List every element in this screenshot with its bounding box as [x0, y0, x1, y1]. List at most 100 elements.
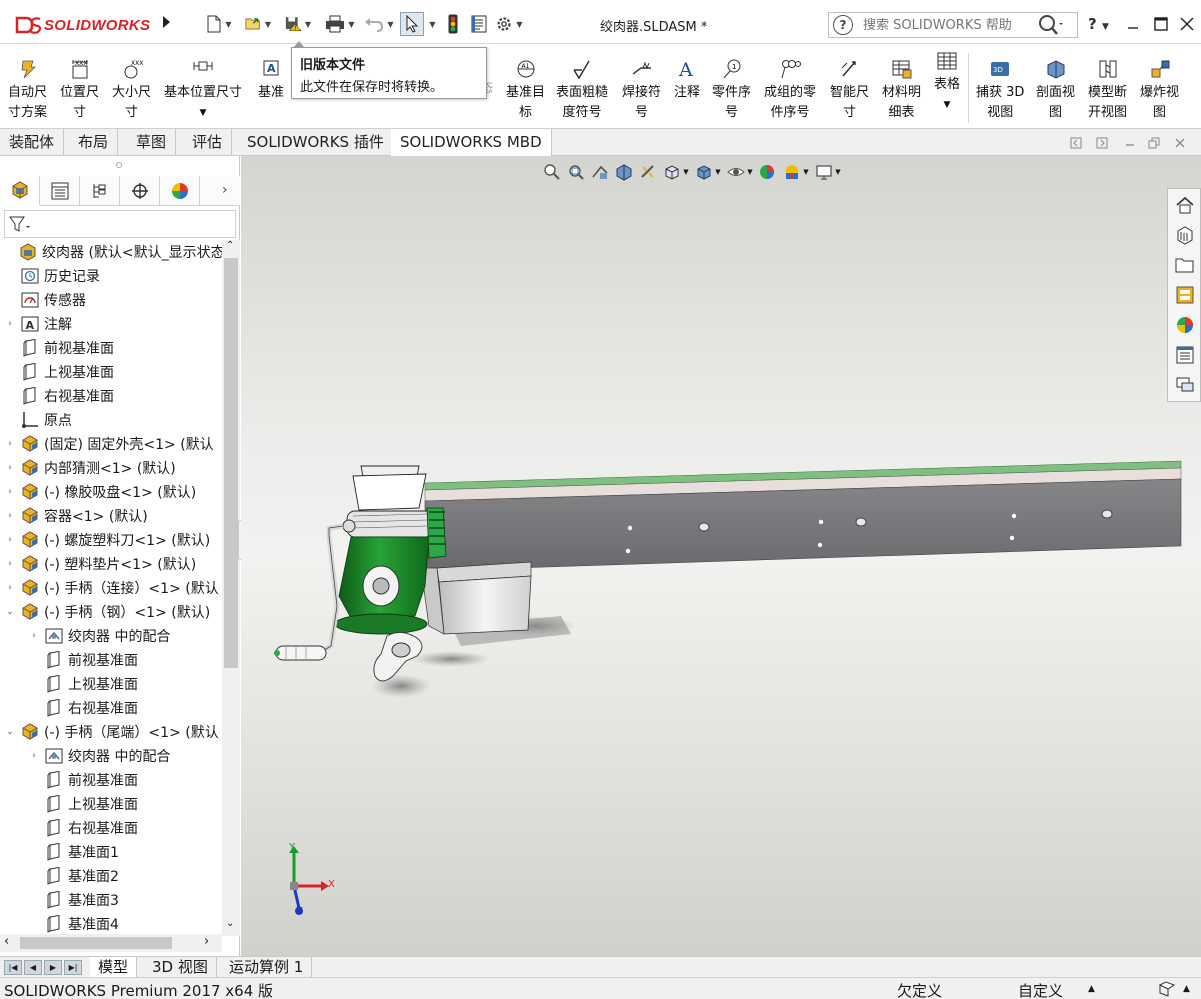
tree-node[interactable]: 上视基准面	[28, 792, 138, 816]
expand-toggle-icon[interactable]: ›	[28, 751, 40, 761]
stacked-balloon-button[interactable]: 成组的零 件序号	[764, 57, 816, 123]
units-dropdown-icon[interactable]: ▲	[1088, 984, 1095, 994]
file-properties-button[interactable]	[468, 12, 490, 36]
dropdown-arrow-icon[interactable]: ▼	[225, 20, 231, 29]
tree-horizontal-scrollbar[interactable]: ‹ ›	[0, 934, 222, 952]
wing-nut-part[interactable]	[373, 632, 423, 682]
tree-vertical-scrollbar[interactable]: ⌃ ⌄	[222, 240, 240, 936]
tab-feature-tree[interactable]	[0, 176, 40, 206]
datum-target-button[interactable]: A1 基准目标	[506, 57, 545, 123]
tab-model[interactable]: 模型	[90, 957, 138, 978]
search-button[interactable]	[1033, 13, 1067, 37]
dropdown-arrow-icon[interactable]: ▼	[200, 103, 207, 123]
select-dropdown[interactable]: ▼	[426, 12, 436, 36]
weld-symbol-button[interactable]: 焊接符号	[622, 57, 661, 123]
tree-node[interactable]: 上视基准面	[28, 672, 138, 696]
tree-node[interactable]: 基准面1	[28, 840, 119, 864]
new-document-button[interactable]: ▼	[206, 12, 232, 36]
doc-minimize-icon[interactable]	[1124, 137, 1136, 149]
viewport-prev-icon[interactable]	[1070, 137, 1082, 149]
tree-node[interactable]: 前视基准面	[4, 336, 114, 360]
tab-sketch[interactable]: 草图	[127, 129, 177, 156]
tree-node[interactable]: › A 注解	[4, 312, 72, 336]
tree-node[interactable]: 历史记录	[4, 264, 100, 288]
save-button[interactable]: ! ▼	[285, 12, 311, 36]
print-button[interactable]: ▼	[325, 12, 355, 36]
tree-node[interactable]: › 内部猜测<1> (默认)	[4, 456, 176, 480]
expand-toggle-icon[interactable]: ›	[4, 487, 16, 497]
last-tab-icon[interactable]: ▶|	[64, 960, 82, 975]
tree-node[interactable]: › (固定) 固定外壳<1> (默认	[4, 432, 214, 456]
close-button[interactable]	[1176, 12, 1198, 36]
solidworks-logo[interactable]: SOLIDWORKS	[14, 10, 154, 40]
dropdown-arrow-icon[interactable]: ▼	[305, 20, 311, 29]
tabs-scroll-right-icon[interactable]: ›	[222, 182, 228, 198]
scroll-thumb[interactable]	[20, 937, 172, 949]
tree-node[interactable]: 基准面4	[28, 912, 119, 936]
dropdown-arrow-icon[interactable]: ▼	[944, 95, 951, 115]
appearances-tab[interactable]	[1171, 311, 1199, 339]
undo-button[interactable]: ▼	[364, 12, 394, 36]
expand-toggle-icon[interactable]: ›	[4, 319, 16, 329]
smart-dimension-button[interactable]: 智能尺寸	[830, 57, 869, 123]
dropdown-arrow-icon[interactable]: ▼	[516, 20, 522, 29]
tab-layout[interactable]: 布局	[69, 129, 119, 156]
location-dimension-button[interactable]: XXX 位置尺寸	[60, 57, 99, 123]
scroll-down-icon[interactable]: ⌄	[226, 918, 234, 929]
tab-property-manager[interactable]	[40, 176, 80, 206]
auto-dimension-button[interactable]: 自动尺 寸方案	[8, 57, 47, 123]
help-circle-icon[interactable]: ?	[833, 15, 853, 35]
tree-node[interactable]: 绞肉器 (默认<默认_显示状态	[2, 240, 222, 264]
tree-node[interactable]: 右视基准面	[4, 384, 114, 408]
expand-toggle-icon[interactable]: ›	[4, 511, 16, 521]
scroll-left-icon[interactable]: ‹	[4, 934, 9, 949]
tree-node[interactable]: › (-) 螺旋塑料刀<1> (默认)	[4, 528, 210, 552]
tab-configuration-manager[interactable]	[80, 176, 120, 206]
surface-finish-button[interactable]: 表面粗糙 度符号	[556, 57, 608, 123]
tree-node[interactable]: 原点	[4, 408, 72, 432]
expand-toggle-icon[interactable]: ⌄	[4, 727, 16, 737]
custom-properties-tab[interactable]	[1171, 341, 1199, 369]
table-button[interactable]: 表格 ▼	[934, 49, 960, 115]
scroll-up-icon[interactable]: ⌃	[226, 240, 234, 251]
units-selector[interactable]: 自定义	[1018, 980, 1063, 999]
scroll-thumb[interactable]	[224, 258, 238, 668]
expand-toggle-icon[interactable]: ›	[4, 583, 16, 593]
view-palette-tab[interactable]	[1171, 281, 1199, 309]
minimize-button[interactable]	[1122, 12, 1144, 36]
expand-toggle-icon[interactable]: ›	[4, 535, 16, 545]
tree-node[interactable]: ⌄ (-) 手柄（尾端）<1> (默认	[4, 720, 219, 744]
solidworks-resources-tab[interactable]	[1171, 191, 1199, 219]
tree-node[interactable]: 前视基准面	[28, 648, 138, 672]
tree-node[interactable]: › (-) 塑料垫片<1> (默认)	[4, 552, 196, 576]
section-view-button[interactable]: 剖面视图	[1036, 57, 1075, 123]
balloon-button[interactable]: 1 零件序号	[712, 57, 751, 123]
graphics-area[interactable]: ▼ ▼ ▼ ▼ ▼ Y X Z	[241, 156, 1201, 956]
forum-tab[interactable]	[1171, 371, 1199, 399]
doc-restore-icon[interactable]	[1148, 137, 1160, 149]
tree-node[interactable]: › (-) 橡胶吸盘<1> (默认)	[4, 480, 196, 504]
search-input[interactable]	[863, 17, 1033, 33]
expand-toggle-icon[interactable]: ⌄	[4, 607, 16, 617]
open-button[interactable]: ▼	[245, 12, 271, 36]
tree-node[interactable]: › 绞肉器 中的配合	[28, 624, 170, 648]
tab-assembly[interactable]: 装配体	[0, 129, 65, 156]
dropdown-arrow-icon[interactable]: ▼	[348, 20, 354, 29]
file-explorer-tab[interactable]	[1171, 251, 1199, 279]
tree-node[interactable]: 基准面3	[28, 888, 119, 912]
panel-grip[interactable]	[116, 162, 122, 168]
tree-node[interactable]: 基准面2	[28, 864, 119, 888]
prev-tab-icon[interactable]: ◀	[24, 960, 42, 975]
tree-node[interactable]: 右视基准面	[28, 696, 138, 720]
dropdown-arrow-icon[interactable]: ▼	[387, 20, 393, 29]
quick-tips-icon[interactable]	[1158, 981, 1176, 997]
design-library-tab[interactable]	[1171, 221, 1199, 249]
expand-toggle-icon[interactable]: ›	[4, 463, 16, 473]
tab-display-manager[interactable]	[160, 176, 200, 206]
tree-node[interactable]: 右视基准面	[28, 816, 138, 840]
viewport-next-icon[interactable]	[1096, 137, 1108, 149]
tab-3d-view[interactable]: 3D 视图	[144, 957, 217, 978]
tree-node[interactable]: › 容器<1> (默认)	[4, 504, 148, 528]
tree-node[interactable]: 上视基准面	[4, 360, 114, 384]
tree-node[interactable]: › (-) 手柄（连接）<1> (默认	[4, 576, 219, 600]
